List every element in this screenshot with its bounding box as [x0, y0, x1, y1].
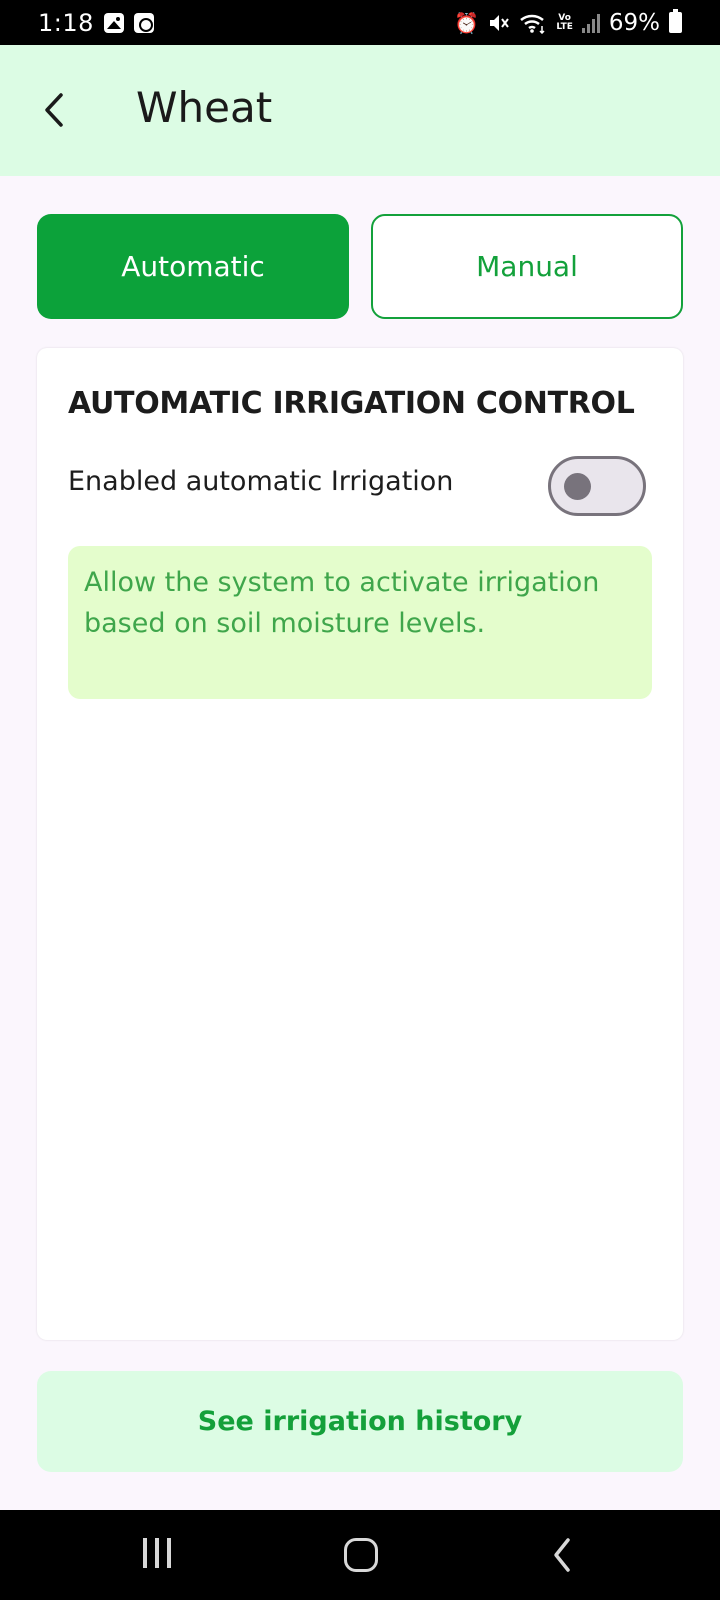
navigation-bar	[0, 1510, 720, 1600]
screen-recorder-icon	[133, 12, 154, 33]
volte-icon: Vo LTE	[556, 13, 573, 32]
status-right: ⏰ Vo LTE 69%	[454, 9, 682, 36]
status-time: 1:18	[38, 8, 94, 37]
alarm-icon: ⏰	[454, 10, 480, 35]
wifi-icon	[520, 14, 545, 34]
automatic-irrigation-card: AUTOMATIC IRRIGATION CONTROL Enabled aut…	[37, 348, 683, 1340]
tab-automatic[interactable]: Automatic	[37, 214, 349, 319]
battery-percent: 69%	[608, 9, 660, 36]
volte-bottom: LTE	[556, 21, 573, 32]
toggle-knob	[564, 473, 591, 500]
battery-icon	[669, 9, 682, 33]
gallery-icon	[103, 12, 124, 33]
card-title: AUTOMATIC IRRIGATION CONTROL	[68, 386, 635, 421]
back-button[interactable]	[34, 85, 74, 135]
status-bar: 1:18 ⏰ Vo LTE 69%	[0, 0, 720, 45]
chevron-left-icon	[45, 93, 63, 127]
toggle-label: Enabled automatic Irrigation	[68, 466, 454, 497]
tab-manual[interactable]: Manual	[371, 214, 683, 319]
see-irrigation-history-button[interactable]: See irrigation history	[37, 1371, 683, 1472]
back-icon[interactable]	[550, 1536, 574, 1574]
info-text: Allow the system to activate irrigation …	[84, 567, 600, 639]
signal-icon	[581, 13, 600, 33]
recents-icon[interactable]	[143, 1538, 171, 1568]
mute-icon	[490, 14, 510, 31]
app-bar: Wheat	[0, 45, 720, 176]
home-icon[interactable]	[344, 1538, 378, 1572]
automatic-irrigation-toggle[interactable]	[548, 456, 646, 516]
info-box: Allow the system to activate irrigation …	[68, 546, 652, 699]
page-title: Wheat	[136, 83, 273, 132]
status-left: 1:18	[38, 9, 154, 37]
